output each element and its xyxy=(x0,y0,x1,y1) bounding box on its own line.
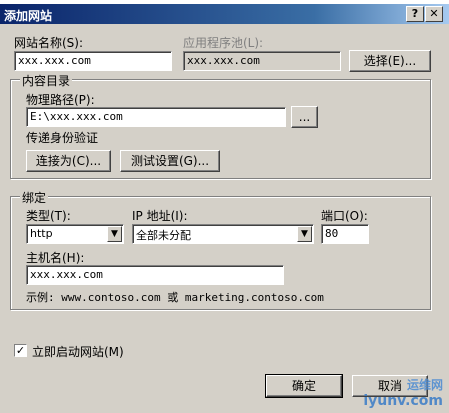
window-title: 添加网站 xyxy=(4,9,53,23)
connect-as-button[interactable]: 连接为(C)... xyxy=(26,150,111,172)
start-site-label: 立即启动网站(M) xyxy=(32,345,124,359)
browse-button[interactable]: ... xyxy=(291,106,318,128)
app-pool-field: xxx.xxx.com xyxy=(183,51,341,71)
site-name-input[interactable]: xxx.xxx.com xyxy=(14,51,172,71)
hostname-input[interactable]: xxx.xxx.com xyxy=(26,265,284,285)
help-button[interactable]: ? xyxy=(406,6,424,22)
chevron-down-icon[interactable]: ▼ xyxy=(107,226,122,242)
type-select[interactable]: http ▼ xyxy=(26,224,124,244)
watermark-logo: 运维网 iyunv.com xyxy=(363,376,443,409)
port-input[interactable]: 80 xyxy=(321,224,369,244)
close-icon: ✕ xyxy=(429,7,439,20)
passthrough-auth-label: 传递身份验证 xyxy=(26,131,99,145)
physical-path-input[interactable]: E:\xxx.xxx.com xyxy=(26,107,286,127)
select-app-pool-button[interactable]: 选择(E)... xyxy=(349,50,431,72)
type-select-value: http xyxy=(30,227,53,240)
test-settings-button[interactable]: 测试设置(G)... xyxy=(120,150,220,172)
hostname-example: 示例: www.contoso.com 或 marketing.contoso.… xyxy=(26,291,324,304)
help-icon: ? xyxy=(411,7,419,20)
binding-title: 绑定 xyxy=(20,189,49,206)
checkmark-icon: ✓ xyxy=(15,344,26,357)
start-site-checkbox[interactable]: ✓ xyxy=(14,344,27,357)
type-label: 类型(T): xyxy=(26,209,71,223)
ip-address-select[interactable]: 全部未分配 ▼ xyxy=(132,224,314,244)
watermark-bottom-text: iyunv.com xyxy=(363,393,443,409)
port-label: 端口(O): xyxy=(321,209,368,223)
watermark-top-text: 运维网 xyxy=(406,378,443,392)
hostname-label: 主机名(H): xyxy=(26,251,85,265)
ip-address-label: IP 地址(I): xyxy=(132,209,188,223)
ip-address-value: 全部未分配 xyxy=(136,229,191,242)
ok-button[interactable]: 确定 xyxy=(265,374,343,398)
app-pool-label: 应用程序池(L): xyxy=(183,36,264,50)
title-bar: 添加网站 ? ✕ xyxy=(0,4,449,24)
physical-path-label: 物理路径(P): xyxy=(26,93,95,107)
site-name-label: 网站名称(S): xyxy=(14,36,84,50)
chevron-down-icon[interactable]: ▼ xyxy=(297,226,312,242)
close-button[interactable]: ✕ xyxy=(425,6,443,22)
content-directory-title: 内容目录 xyxy=(20,72,73,89)
